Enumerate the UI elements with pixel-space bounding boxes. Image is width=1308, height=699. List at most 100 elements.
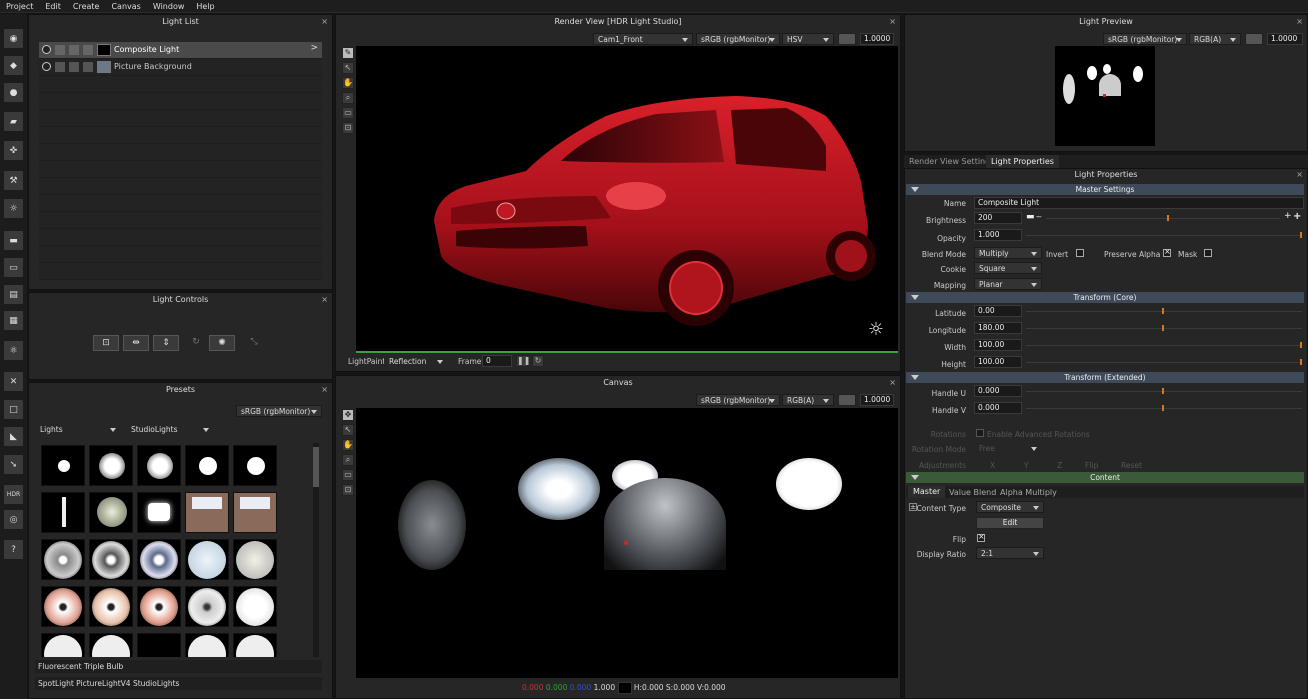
latitude-slider[interactable] [1026, 311, 1302, 312]
brightness-increase-small-icon[interactable]: + [1284, 211, 1292, 221]
light-sky-blob[interactable] [518, 458, 600, 520]
flip-checkbox[interactable] [977, 532, 985, 542]
blend-mode-dropdown[interactable]: Multiply [974, 247, 1042, 259]
light-list-item-selected[interactable]: Composite Light > [39, 42, 322, 59]
preview-colorspace-dropdown[interactable]: sRGB (rgbMonitor) [1103, 33, 1187, 45]
scale-vertical-icon[interactable]: ⇕ [153, 335, 179, 351]
tab-value-blend[interactable]: Value Blend [949, 488, 996, 497]
preset-thumb[interactable] [233, 586, 277, 627]
opacity-field[interactable]: 1.000 [974, 229, 1022, 241]
close-circle-icon[interactable]: ✕ [3, 371, 24, 392]
brightness-increase-icon[interactable]: + [1293, 211, 1301, 222]
diamond-tool-icon[interactable]: ◆ [3, 55, 24, 76]
flag-tool-icon[interactable]: ◣ [3, 426, 24, 447]
select-tool-icon[interactable]: ↖ [342, 424, 354, 436]
content-header[interactable]: Content [906, 472, 1304, 483]
frame-field[interactable]: 0 [482, 355, 512, 367]
latitude-field[interactable]: 0.00 [974, 305, 1022, 317]
preset-thumb[interactable] [185, 445, 229, 486]
hammer-tool-icon[interactable]: ⚒ [3, 170, 24, 191]
opacity-slider[interactable] [1026, 235, 1302, 236]
pan-tool-icon[interactable]: ✋ [342, 77, 354, 89]
chevron-right-icon[interactable]: > [310, 43, 318, 53]
handle-u-field[interactable]: 0.000 [974, 385, 1022, 397]
pause-icon[interactable]: ❚❚ [516, 355, 530, 367]
menu-help[interactable]: Help [190, 0, 220, 13]
atom-tool-icon[interactable]: ⚛ [3, 340, 24, 361]
arrow-tool-icon[interactable]: ➘ [3, 454, 24, 475]
transform-extended-header[interactable]: Transform (Extended) [906, 372, 1304, 383]
menu-canvas[interactable]: Canvas [105, 0, 146, 13]
link-icon[interactable] [83, 62, 93, 72]
sphere-tool-icon[interactable]: ◉ [3, 28, 24, 49]
scale-horizontal-icon[interactable]: ⇹ [123, 335, 149, 351]
close-icon[interactable]: × [321, 293, 328, 307]
height-field[interactable]: 100.00 [974, 356, 1022, 368]
preset-thumb[interactable] [233, 633, 277, 657]
exposure-icon[interactable] [838, 394, 856, 406]
longitude-slider-handle[interactable] [1162, 325, 1164, 331]
preset-thumb[interactable] [137, 539, 181, 580]
select-tool-icon[interactable]: ↖ [342, 62, 354, 74]
handle-v-field[interactable]: 0.000 [974, 402, 1022, 414]
lightpaint-mode-dropdown[interactable]: Reflection [384, 355, 448, 367]
hdr-sphere-tool-icon[interactable]: ◎ [3, 509, 24, 530]
move-handle-icon[interactable]: ⊡ [93, 335, 119, 351]
preset-thumb[interactable] [137, 586, 181, 627]
width-slider[interactable] [1026, 345, 1302, 346]
light-handle-dot[interactable] [624, 541, 628, 545]
preset-thumb[interactable] [89, 492, 133, 533]
height-slider[interactable] [1026, 362, 1302, 363]
eraser-tool-icon[interactable]: ▰ [3, 111, 24, 132]
close-icon[interactable]: × [1296, 15, 1303, 29]
canvas-channel-dropdown[interactable]: RGB(A) [782, 394, 834, 406]
brightness-slider-handle[interactable] [1167, 215, 1169, 221]
preset-thumb[interactable] [233, 492, 277, 533]
render-exposure-field[interactable]: 1.0000 [860, 33, 894, 45]
lock-icon[interactable] [69, 45, 79, 55]
menu-edit[interactable]: Edit [39, 0, 67, 13]
frame-tool-icon[interactable]: ▭ [342, 107, 354, 119]
resize-icon[interactable]: ⤡ [241, 335, 267, 351]
refresh-icon[interactable]: ↻ [532, 355, 544, 367]
canvas-colorspace-dropdown[interactable]: sRGB (rgbMonitor) [696, 394, 780, 406]
light-toggle-icon[interactable]: ☼ [864, 318, 888, 342]
square-tool-icon[interactable]: □ [3, 399, 24, 420]
menu-window[interactable]: Window [147, 0, 191, 13]
exposure-icon[interactable] [1245, 33, 1263, 45]
fit-tool-icon[interactable]: ⊡ [342, 122, 354, 134]
light-photo-blob[interactable] [398, 480, 466, 570]
exposure-icon[interactable] [838, 33, 856, 45]
solo-icon[interactable] [55, 62, 65, 72]
menu-project[interactable]: Project [0, 0, 39, 13]
image-tool-icon[interactable]: ▭ [3, 257, 24, 278]
close-icon[interactable]: × [889, 15, 896, 29]
close-icon[interactable]: × [321, 15, 328, 29]
visibility-icon[interactable] [42, 45, 51, 54]
presets-library-dropdown[interactable]: StudioLights [126, 423, 214, 435]
tab-master[interactable]: Master [908, 486, 946, 498]
preset-thumb[interactable] [41, 586, 85, 627]
tab-render-view-settings[interactable]: Render View Settings [909, 157, 994, 166]
film-tool-icon[interactable]: ▦ [3, 310, 24, 331]
height-slider-handle[interactable] [1300, 359, 1302, 365]
hdr-tool-icon[interactable]: HDR [3, 484, 24, 505]
preset-thumb[interactable] [137, 633, 181, 657]
orb-tool-icon[interactable]: ● [3, 82, 24, 103]
preset-thumb[interactable] [41, 633, 85, 657]
tab-alpha-multiply[interactable]: Alpha Multiply [1000, 488, 1057, 497]
rotate-icon[interactable]: ↻ [183, 335, 209, 351]
pan-tool-icon[interactable]: ✋ [342, 439, 354, 451]
handle-u-slider[interactable] [1026, 391, 1302, 392]
preview-exposure-field[interactable]: 1.0000 [1267, 33, 1303, 45]
preset-thumb[interactable] [89, 445, 133, 486]
opacity-slider-handle[interactable] [1300, 232, 1302, 238]
tab-light-properties[interactable]: Light Properties [986, 155, 1059, 168]
brightness-slider[interactable] [1046, 218, 1280, 219]
frame-tool-icon[interactable]: ▭ [342, 469, 354, 481]
mask-checkbox[interactable] [1204, 249, 1212, 257]
light-white-blob[interactable] [776, 458, 842, 510]
name-field[interactable]: Composite Light [974, 197, 1304, 209]
light-list-item[interactable]: Picture Background [39, 59, 322, 76]
light-landscape-blob[interactable] [604, 478, 726, 570]
